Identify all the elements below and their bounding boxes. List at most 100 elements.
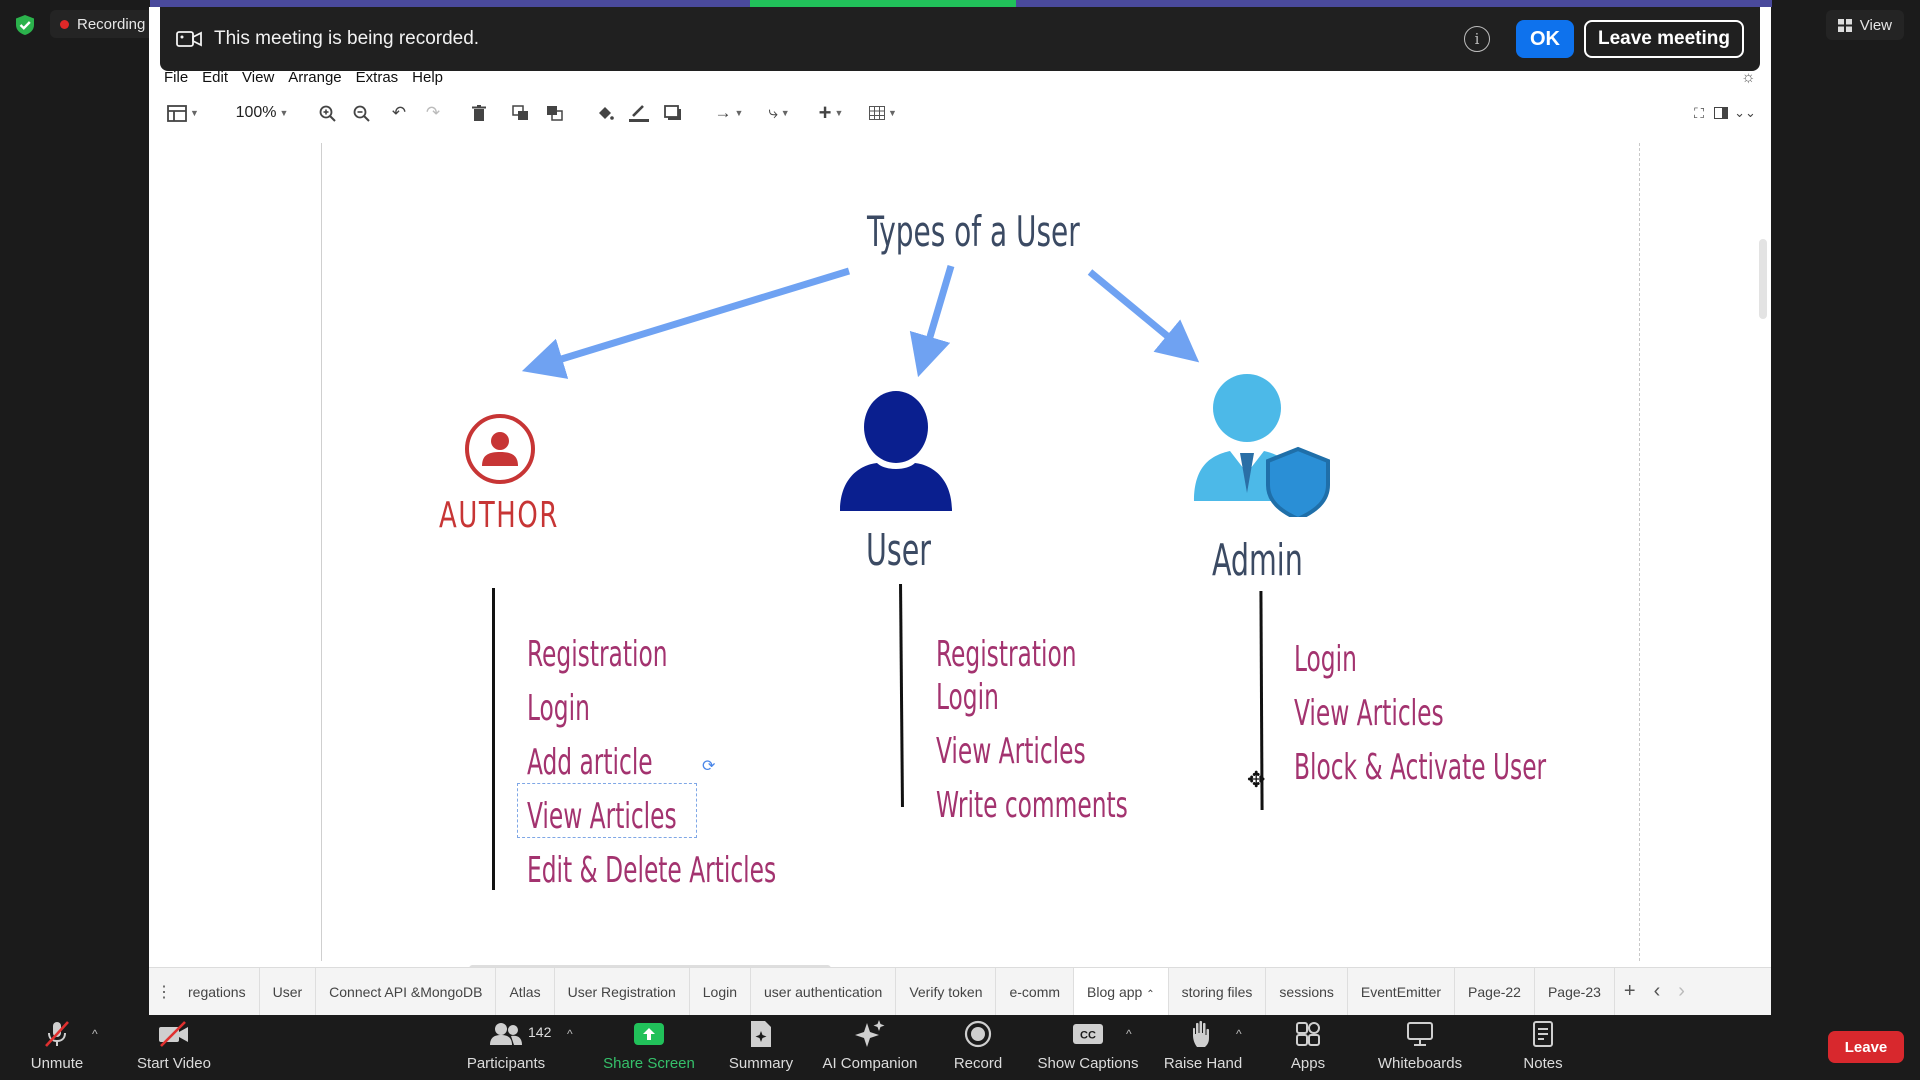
redo-icon[interactable]: ↷ bbox=[421, 97, 445, 129]
zoom-select[interactable]: 100% ▼ bbox=[229, 97, 295, 129]
grid-view-icon bbox=[1837, 18, 1852, 32]
show-captions-button[interactable]: CC Show Captions bbox=[1036, 1019, 1140, 1072]
closed-captions-icon: CC bbox=[1073, 1024, 1103, 1044]
page-tab[interactable]: Verify token bbox=[896, 967, 997, 1015]
prev-page-icon[interactable]: ‹ bbox=[1645, 980, 1670, 1003]
theme-sun-icon[interactable]: ☼ bbox=[1741, 69, 1759, 87]
audio-options-caret-icon[interactable]: ^ bbox=[92, 1027, 98, 1041]
to-back-icon[interactable] bbox=[543, 97, 567, 129]
notes-icon bbox=[1533, 1021, 1553, 1047]
admin-perm-block-activate[interactable]: Block & Activate User bbox=[1294, 750, 1546, 786]
user-role-label[interactable]: User bbox=[866, 525, 931, 576]
user-silhouette-icon[interactable] bbox=[837, 387, 955, 515]
ok-button[interactable]: OK bbox=[1516, 20, 1574, 58]
active-tab-label: Blog app bbox=[1087, 983, 1143, 1000]
raise-hand-button[interactable]: Raise Hand bbox=[1164, 1019, 1242, 1072]
page-tab[interactable]: User bbox=[260, 967, 317, 1015]
zoom-out-icon[interactable] bbox=[349, 97, 373, 129]
page-tab[interactable]: e-comm bbox=[996, 967, 1075, 1015]
waypoints-button[interactable]: ⤷ ▼ bbox=[759, 97, 799, 129]
admin-shield-icon[interactable] bbox=[1192, 373, 1332, 517]
page-tab[interactable]: regations bbox=[175, 967, 260, 1015]
line-color-icon[interactable] bbox=[627, 97, 651, 129]
waypoint-icon: ⤷ bbox=[768, 103, 778, 122]
author-perm-edit-delete[interactable]: Edit & Delete Articles bbox=[527, 853, 776, 889]
to-front-icon[interactable] bbox=[509, 97, 533, 129]
user-perm-view-articles[interactable]: View Articles bbox=[936, 734, 1086, 770]
admin-perm-login[interactable]: Login bbox=[1294, 642, 1357, 678]
leave-meeting-button[interactable]: Leave meeting bbox=[1584, 20, 1744, 58]
page-tab[interactable]: Login bbox=[690, 967, 752, 1015]
notes-button[interactable]: Notes bbox=[1518, 1019, 1568, 1072]
format-panel-button[interactable]: ▼ bbox=[163, 97, 203, 129]
apps-button[interactable]: Apps bbox=[1282, 1019, 1334, 1072]
unmute-button[interactable]: Unmute bbox=[26, 1019, 88, 1072]
fullscreen-icon[interactable]: ⛶ bbox=[1689, 97, 1709, 129]
reactions-caret-icon[interactable]: ^ bbox=[1236, 1027, 1242, 1041]
diagram-canvas[interactable]: Types of a User AUTHOR User Admin Regist… bbox=[149, 129, 1771, 972]
participants-caret-icon[interactable]: ^ bbox=[567, 1027, 573, 1041]
author-label[interactable]: AUTHOR bbox=[439, 495, 559, 536]
raise-hand-icon bbox=[1193, 1020, 1209, 1047]
shared-screen: File Edit View Arrange Extras Help ☼ ▼ 1… bbox=[149, 7, 1771, 1015]
delete-icon[interactable] bbox=[467, 97, 491, 129]
table-button[interactable]: ▼ bbox=[863, 97, 903, 129]
recording-indicator[interactable]: Recording bbox=[50, 10, 156, 38]
undo-icon[interactable]: ↶ bbox=[387, 97, 411, 129]
info-icon[interactable]: i bbox=[1464, 26, 1490, 52]
admin-role-label[interactable]: Admin bbox=[1212, 535, 1303, 586]
author-perm-add-article[interactable]: Add article bbox=[527, 745, 653, 781]
author-perm-login[interactable]: Login bbox=[527, 691, 590, 727]
next-page-icon[interactable]: › bbox=[1669, 980, 1694, 1003]
fill-color-icon[interactable] bbox=[593, 97, 617, 129]
participants-label: Participants bbox=[466, 1055, 546, 1072]
page-tab[interactable]: Page-23 bbox=[1535, 967, 1615, 1015]
share-screen-button[interactable]: Share Screen bbox=[602, 1019, 696, 1072]
page-tab-active[interactable]: Blog app ⌃ bbox=[1074, 967, 1169, 1015]
add-page-icon[interactable]: + bbox=[1615, 980, 1645, 1003]
apps-icon bbox=[1296, 1022, 1320, 1046]
page-tab[interactable]: EventEmitter bbox=[1348, 967, 1456, 1015]
participants-icon bbox=[490, 1023, 522, 1045]
user-perm-registration[interactable]: Registration bbox=[936, 637, 1077, 673]
shadow-icon[interactable] bbox=[661, 97, 685, 129]
ai-companion-button[interactable]: AI Companion bbox=[818, 1019, 922, 1072]
drawio-toolbar: ▼ 100% ▼ ↶ ↷ → ▼ ⤷ ▼ + ▼ ▼ ⛶ ⌄⌄ bbox=[149, 97, 1771, 129]
collapse-toolbar-icon[interactable]: ⌄⌄ bbox=[1734, 97, 1756, 129]
pages-menu-icon[interactable]: ⋮ bbox=[153, 982, 175, 1002]
diagram-title[interactable]: Types of a User bbox=[867, 207, 1080, 256]
start-video-button[interactable]: Start Video bbox=[134, 1019, 214, 1072]
author-icon[interactable] bbox=[464, 413, 536, 485]
rotate-handle-icon[interactable]: ⟳ bbox=[702, 756, 715, 776]
author-vertical-line[interactable] bbox=[492, 588, 495, 890]
security-shield-icon[interactable] bbox=[14, 14, 36, 36]
leave-button[interactable]: Leave bbox=[1828, 1031, 1904, 1063]
captions-caret-icon[interactable]: ^ bbox=[1126, 1027, 1132, 1041]
summary-icon bbox=[751, 1021, 771, 1047]
page-tab[interactable]: sessions bbox=[1266, 967, 1348, 1015]
zoom-in-icon[interactable] bbox=[315, 97, 339, 129]
page-tab[interactable]: Connect API &MongoDB bbox=[316, 967, 497, 1015]
format-toggle-icon[interactable] bbox=[1711, 97, 1731, 129]
page-tab[interactable]: storing files bbox=[1169, 967, 1267, 1015]
insert-button[interactable]: + ▼ bbox=[811, 97, 851, 129]
summary-button[interactable]: Summary bbox=[722, 1019, 800, 1072]
whiteboards-label: Whiteboards bbox=[1377, 1055, 1463, 1072]
page-tab[interactable]: User Registration bbox=[555, 967, 690, 1015]
page-tab[interactable]: Page-22 bbox=[1455, 967, 1535, 1015]
page-tab[interactable]: user authentication bbox=[751, 967, 897, 1015]
author-perm-registration[interactable]: Registration bbox=[527, 637, 668, 673]
admin-perm-view-articles[interactable]: View Articles bbox=[1294, 696, 1444, 732]
user-perm-login[interactable]: Login bbox=[936, 680, 999, 716]
view-button[interactable]: View bbox=[1825, 10, 1904, 40]
page-tab[interactable]: Atlas bbox=[496, 967, 555, 1015]
author-perm-view-articles[interactable]: View Articles bbox=[527, 799, 677, 835]
screen-share-indicator-strip bbox=[150, 0, 1772, 7]
raise-hand-label: Raise Hand bbox=[1163, 1055, 1243, 1072]
connection-style-button[interactable]: → ▼ bbox=[709, 97, 749, 129]
tab-caret-up-icon[interactable]: ⌃ bbox=[1146, 989, 1154, 1000]
whiteboards-button[interactable]: Whiteboards bbox=[1372, 1019, 1468, 1072]
unmute-label: Unmute bbox=[30, 1055, 84, 1072]
record-button[interactable]: Record bbox=[950, 1019, 1006, 1072]
user-perm-write-comments[interactable]: Write comments bbox=[936, 788, 1128, 824]
